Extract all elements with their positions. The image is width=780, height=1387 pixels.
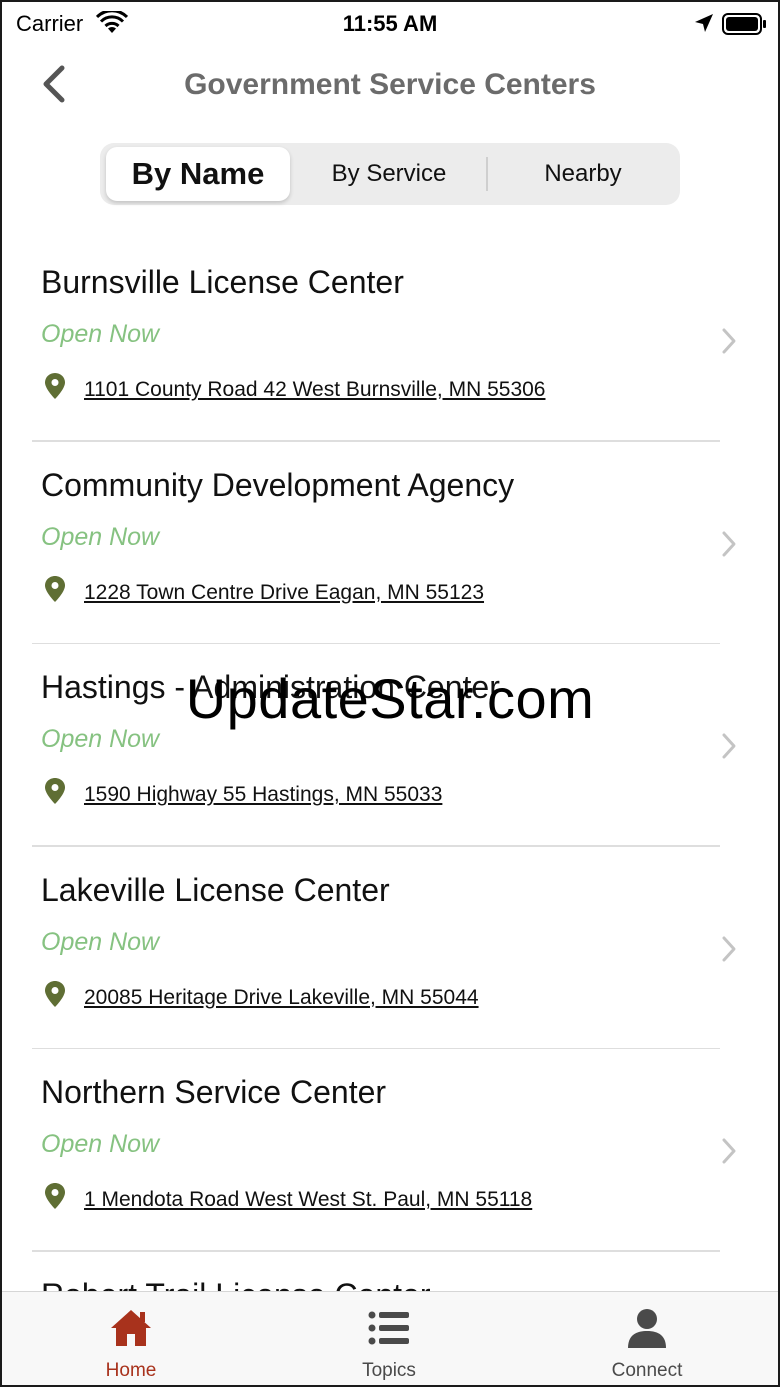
battery-icon xyxy=(722,12,768,41)
tab-topics-label: Topics xyxy=(362,1360,416,1381)
list-item[interactable]: Burnsville License Center Open Now 1101 … xyxy=(2,238,778,442)
page-title: Government Service Centers xyxy=(184,68,596,101)
tab-home-label: Home xyxy=(105,1360,157,1381)
open-status: Open Now xyxy=(41,927,160,956)
navigation-bar: Government Service Centers xyxy=(2,48,778,122)
list-item[interactable]: Northern Service Center Open Now 1 Mendo… xyxy=(2,1048,778,1252)
open-status: Open Now xyxy=(41,522,160,551)
clock: 11:55 AM xyxy=(342,11,438,36)
address-link[interactable]: 20085 Heritage Drive Lakeville, MN 55044 xyxy=(84,986,479,1010)
home-icon xyxy=(111,1310,151,1346)
address-link[interactable]: 1228 Town Centre Drive Eagan, MN 55123 xyxy=(84,581,484,605)
tab-connect[interactable]: Connect xyxy=(518,1292,776,1385)
list-icon xyxy=(368,1311,409,1345)
open-status: Open Now xyxy=(41,1130,160,1158)
segment-by-name[interactable]: By Name xyxy=(106,147,290,201)
tab-topics[interactable]: Topics xyxy=(260,1292,518,1385)
center-name: Lakeville License Center xyxy=(41,871,390,908)
tab-connect-label: Connect xyxy=(611,1360,683,1381)
segment-divider xyxy=(486,157,488,191)
person-icon xyxy=(628,1309,666,1348)
map-pin-icon xyxy=(44,575,66,608)
list-item[interactable]: Lakeville License Center Open Now 20085 … xyxy=(2,846,778,1049)
address-link[interactable]: 1101 County Road 42 West Burnsville, MN … xyxy=(84,378,545,402)
center-name: Community Development Agency xyxy=(41,466,515,503)
chevron-right-icon xyxy=(718,1136,738,1171)
list-item[interactable]: Community Development Agency Open Now 12… xyxy=(2,441,778,644)
segmented-control: By Name By Service Nearby xyxy=(100,143,680,205)
address-link[interactable]: 1 Mendota Road West West St. Paul, MN 55… xyxy=(84,1188,532,1212)
address-link[interactable]: 1590 Highway 55 Hastings, MN 55033 xyxy=(84,783,442,807)
status-bar: Carrier 11:55 AM xyxy=(2,2,778,48)
segment-by-service[interactable]: By Service xyxy=(294,147,484,201)
service-center-list: Burnsville License Center Open Now 1101 … xyxy=(2,238,778,1385)
map-pin-icon xyxy=(44,1182,66,1215)
chevron-right-icon xyxy=(718,326,738,361)
map-pin-icon xyxy=(44,372,66,405)
watermark: UpdateStar.com xyxy=(185,667,595,730)
tab-home[interactable]: Home xyxy=(2,1292,260,1385)
open-status: Open Now xyxy=(41,320,160,348)
chevron-right-icon xyxy=(718,934,738,969)
map-pin-icon xyxy=(44,980,66,1013)
map-pin-icon xyxy=(44,777,66,810)
location-arrow-icon xyxy=(694,13,714,38)
tab-bar: Home Topics Connect xyxy=(2,1291,778,1385)
chevron-right-icon xyxy=(718,529,738,564)
app-screen: Carrier 11:55 AM Government Service Cent… xyxy=(2,2,778,1385)
center-name: Burnsville License Center xyxy=(41,264,404,300)
chevron-right-icon xyxy=(718,731,738,766)
segment-nearby[interactable]: Nearby xyxy=(490,147,676,201)
center-name: Northern Service Center xyxy=(41,1074,387,1110)
